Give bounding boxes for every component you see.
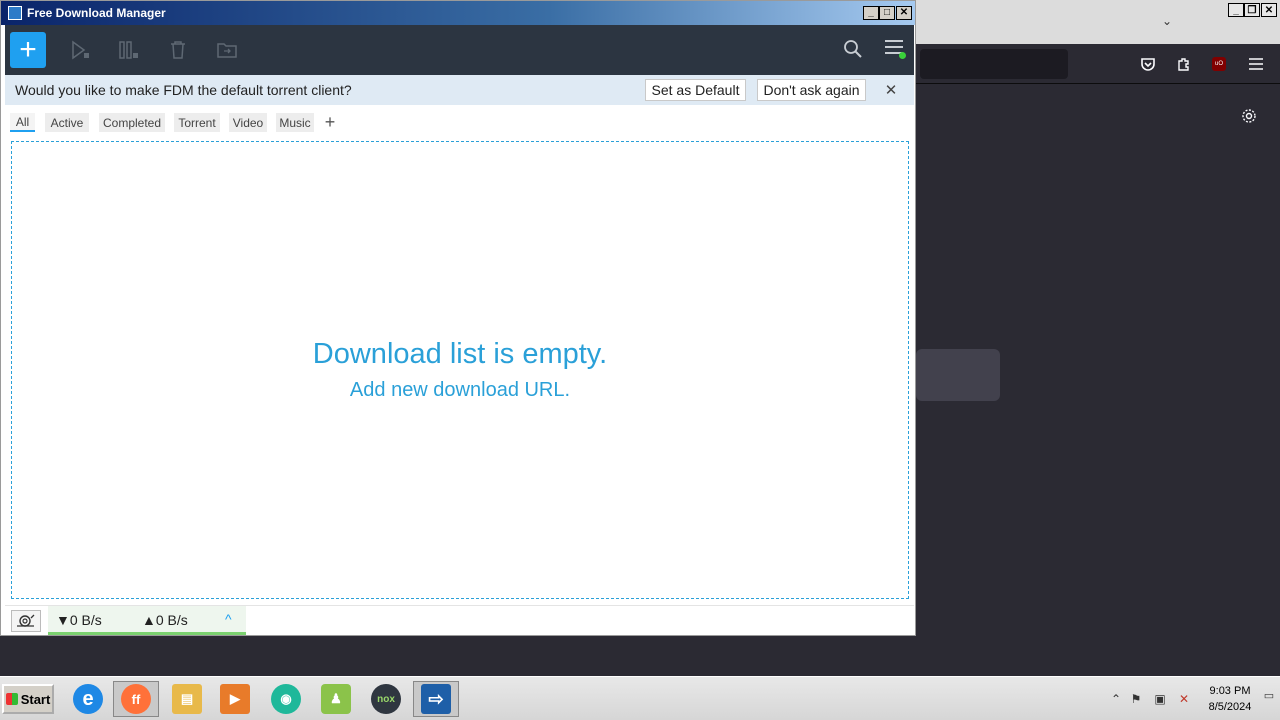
minimize-button[interactable]: _ [863,6,879,20]
download-list-drop-area[interactable]: Download list is empty. Add new download… [11,141,909,599]
window-title: Free Download Manager [27,6,166,20]
chat-app-icon: ◉ [271,684,301,714]
taskbar-app[interactable]: ◉ [263,681,309,717]
network-icon[interactable]: ▣ [1152,691,1168,707]
android-icon: ♟ [321,684,351,714]
browser-minimize-button[interactable]: _ [1228,3,1244,17]
browser-restore-button[interactable]: ❐ [1244,3,1260,17]
ublock-icon[interactable]: uO [1212,57,1226,71]
notification-icon[interactable]: ▭ [1262,687,1276,703]
close-button[interactable]: ✕ [896,6,912,20]
windows-logo-icon [5,693,18,705]
status-bar: ▼0 B/s ▲0 B/s ^ [5,605,914,635]
upload-speed: ▲0 B/s [142,612,188,628]
add-tab-button[interactable]: + [320,112,340,132]
speed-limit-snail-icon[interactable] [11,610,41,632]
fdm-taskbar-icon: ⇨ [421,684,451,714]
taskbar-app[interactable]: ♟ [313,681,359,717]
action-center-flag-icon[interactable]: ⚑ [1128,691,1144,707]
menu-icon[interactable] [885,40,906,60]
taskbar-app[interactable]: ff [113,681,159,717]
volume-muted-icon[interactable]: ✕ [1176,691,1192,707]
update-indicator-dot [899,52,906,59]
tray-expand-icon[interactable]: ⌃ [1108,691,1124,707]
pocket-icon[interactable] [1136,52,1160,76]
nox-icon: nox [371,684,401,714]
tab-music[interactable]: Music [276,113,314,132]
empty-list-title: Download list is empty. [312,338,608,370]
background-browser-titlebar [916,0,1280,44]
tab-completed[interactable]: Completed [99,113,165,132]
internet-explorer-icon: e [73,684,103,714]
firefox-icon: ff [121,684,151,714]
delete-icon[interactable] [167,39,189,61]
tab-all[interactable]: All [10,113,35,132]
settings-gear-icon[interactable] [1237,104,1261,128]
add-download-button[interactable]: + [10,32,46,68]
taskbar-app[interactable]: nox [363,681,409,717]
taskbar-app[interactable]: ⇨ [413,681,459,717]
move-folder-icon[interactable] [216,39,238,61]
dont-ask-again-button[interactable]: Don't ask again [757,79,866,101]
banner-close-icon[interactable]: ✕ [882,81,900,99]
taskbar: Start e ff ▤ ▶ ◉ ♟ nox ⇨ ⌃ ⚑ ▣ ✕ 9:03 PM… [0,676,1280,720]
browser-close-button[interactable]: ✕ [1261,3,1277,17]
extensions-icon[interactable] [1172,52,1196,76]
taskbar-app[interactable]: ▤ [164,681,210,717]
start-button[interactable]: Start [2,684,54,714]
system-tray: ⌃ ⚑ ▣ ✕ [1106,681,1198,717]
taskbar-app[interactable]: e [65,681,111,717]
chevron-up-icon[interactable]: ^ [225,611,232,627]
resume-icon[interactable] [69,39,91,61]
download-speed: ▼0 B/s [56,612,102,628]
taskbar-app[interactable]: ▶ [212,681,258,717]
clock-time[interactable]: 9:03 PM [1200,685,1260,697]
search-icon[interactable] [843,39,865,61]
window-titlebar[interactable]: Free Download Manager _ □ ✕ [1,1,915,25]
media-player-icon: ▶ [220,684,250,714]
clock-date[interactable]: 8/5/2024 [1200,701,1260,713]
start-label: Start [20,691,51,707]
browser-menu-icon[interactable] [1244,52,1268,76]
speed-panel[interactable]: ▼0 B/s ▲0 B/s ^ [48,606,246,635]
default-client-banner: Would you like to make FDM the default t… [5,75,914,105]
browser-content-card[interactable] [916,349,1000,401]
tab-video[interactable]: Video [229,113,267,132]
fdm-app-icon [8,6,22,20]
set-as-default-button[interactable]: Set as Default [645,79,746,101]
tab-list-chevron-icon[interactable]: ⌄ [1155,9,1179,33]
main-toolbar: + [5,25,914,75]
maximize-button[interactable]: □ [879,6,895,20]
add-url-link[interactable]: Add new download URL. [12,379,908,402]
tab-torrent[interactable]: Torrent [174,113,220,132]
browser-url-bar[interactable] [920,49,1068,79]
pause-icon[interactable] [118,39,140,61]
file-explorer-icon: ▤ [172,684,202,714]
fdm-window: Free Download Manager _ □ ✕ + Would you … [0,0,916,636]
banner-message: Would you like to make FDM the default t… [15,82,352,98]
tab-active[interactable]: Active [45,113,89,132]
